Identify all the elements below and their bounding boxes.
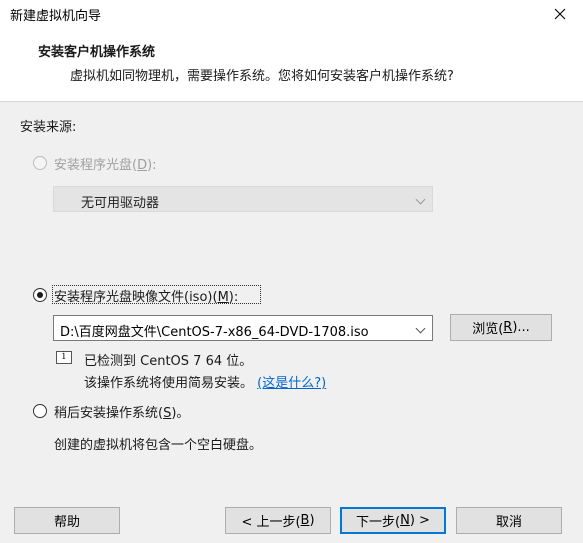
wizard-header: 安装客户机操作系统 虚拟机如同物理机，需要操作系统。您将如何安装客户机操作系统? — [0, 28, 583, 102]
wizard-body: 安装来源: 安装程序光盘(D): 无可用驱动器 安装程序光盘映像文件(iso)(… — [0, 103, 583, 495]
disc-drive-select[interactable]: 无可用驱动器 — [53, 186, 433, 212]
title-bar: 新建虚拟机向导 — [0, 0, 583, 28]
chevron-down-icon[interactable] — [415, 323, 426, 334]
radio-install-disc-label[interactable]: 安装程序光盘(D): — [54, 154, 157, 173]
next-button[interactable]: 下一步(N) > — [340, 507, 446, 534]
install-later-description: 创建的虚拟机将包含一个空白硬盘。 — [54, 438, 263, 453]
chevron-down-icon — [415, 194, 426, 205]
browse-button[interactable]: 浏览(R)... — [450, 314, 552, 341]
install-source-label: 安装来源: — [20, 120, 77, 135]
help-button[interactable]: 帮助 — [14, 507, 120, 534]
radio-install-later-label[interactable]: 稍后安装操作系统(S)。 — [54, 402, 189, 421]
wizard-footer: 帮助 < 上一步(B) 下一步(N) > 取消 — [0, 495, 583, 543]
window-title: 新建虚拟机向导 — [10, 9, 102, 24]
radio-install-iso-label[interactable]: 安装程序光盘映像文件(iso)(M): — [54, 286, 238, 305]
iso-path-combobox[interactable]: D:\百度网盘文件\CentOS-7-x86_64-DVD-1708.iso — [53, 315, 433, 341]
page-title: 安装客户机操作系统 — [38, 45, 156, 60]
page-subtitle: 虚拟机如同物理机，需要操作系统。您将如何安装客户机操作系统? — [70, 69, 454, 84]
info-icon — [56, 349, 72, 364]
close-icon — [554, 8, 566, 20]
radio-install-disc[interactable] — [33, 156, 47, 170]
detected-os-text: 已检测到 CentOS 7 64 位。 — [84, 354, 253, 369]
close-button[interactable] — [537, 0, 583, 28]
back-button[interactable]: < 上一步(B) — [225, 507, 331, 534]
radio-install-later[interactable] — [33, 404, 47, 418]
iso-path-value[interactable]: D:\百度网盘文件\CentOS-7-x86_64-DVD-1708.iso — [60, 321, 369, 340]
whats-this-link[interactable]: (这是什么?) — [257, 376, 326, 391]
cancel-button[interactable]: 取消 — [456, 507, 562, 534]
easy-install-note: 该操作系统将使用简易安装。 (这是什么?) — [84, 376, 327, 391]
radio-install-iso[interactable] — [33, 288, 47, 302]
disc-drive-value: 无可用驱动器 — [81, 196, 160, 211]
